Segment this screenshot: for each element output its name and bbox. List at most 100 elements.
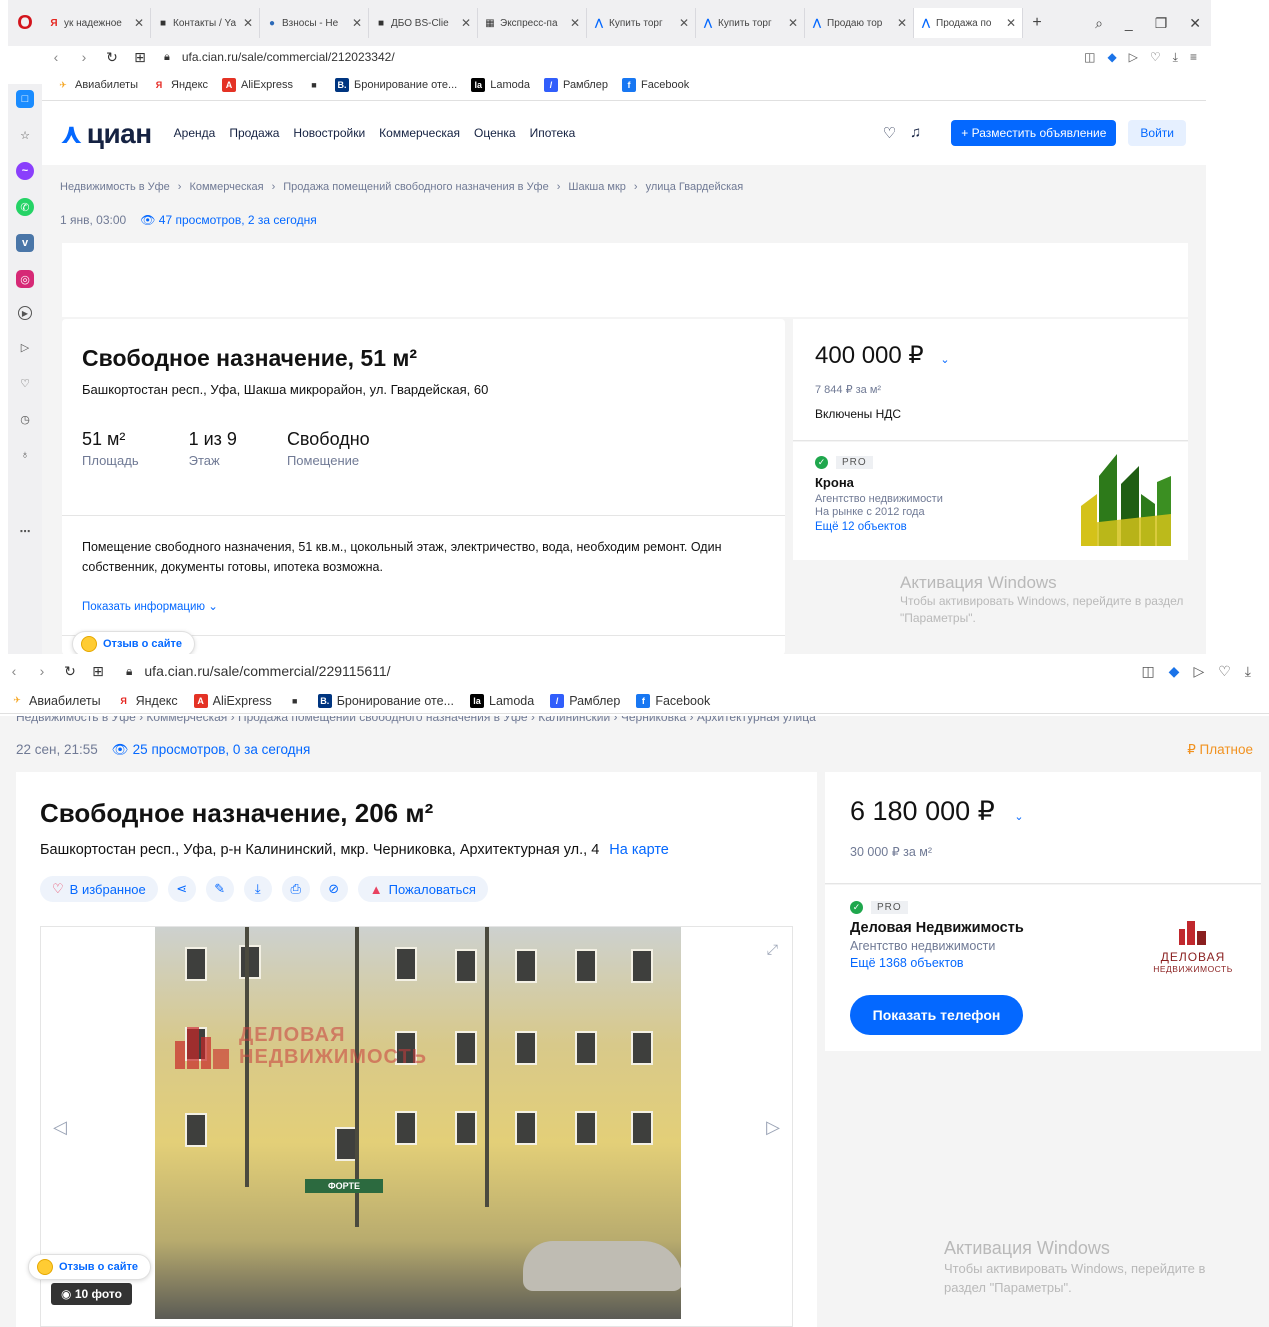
add-to-favorites-button[interactable]: ♡ В избранное: [40, 876, 158, 902]
breadcrumb-item[interactable]: Коммерческая: [189, 181, 263, 193]
forward-icon[interactable]: ›: [70, 49, 98, 65]
agent-name[interactable]: Деловая Недвижимость: [850, 920, 1024, 936]
gallery-prev-icon[interactable]: ◁: [53, 1117, 67, 1138]
close-tab-icon[interactable]: ✕: [352, 16, 362, 30]
reload-icon[interactable]: ↻: [98, 49, 126, 66]
login-button[interactable]: Войти: [1128, 120, 1186, 146]
agent-logo[interactable]: ДЕЛОВАЯ НЕДВИЖИМОСТЬ: [1143, 921, 1243, 974]
browser-tab[interactable]: ▦ Экспресс-па ✕: [478, 8, 587, 38]
nav-item[interactable]: Продажа: [229, 126, 279, 140]
browser-tab[interactable]: ● Взносы - Не ✕: [260, 8, 369, 38]
nav-item[interactable]: Аренда: [174, 126, 216, 140]
close-tab-icon[interactable]: ✕: [243, 16, 253, 30]
forward-icon[interactable]: ›: [28, 663, 56, 679]
site-review-button[interactable]: Отзыв о сайте: [28, 1254, 152, 1280]
heart-icon[interactable]: ♡: [1218, 663, 1231, 680]
instagram-icon[interactable]: ◎: [16, 270, 34, 288]
heart-sidebar-icon[interactable]: ♡: [16, 374, 34, 392]
show-on-map-link[interactable]: На карте: [609, 842, 669, 858]
restore-icon[interactable]: ❐: [1155, 15, 1168, 32]
opera-logo-icon[interactable]: O: [8, 0, 42, 46]
history-icon[interactable]: ◷: [16, 410, 34, 428]
easy-setup-icon[interactable]: ≡: [1190, 50, 1197, 65]
paid-badge[interactable]: ₽ Платное: [1187, 742, 1253, 758]
show-phone-button[interactable]: Показать телефон: [850, 995, 1023, 1035]
share-button[interactable]: ⋖: [167, 876, 196, 902]
camera-icon[interactable]: ◫: [1084, 50, 1095, 65]
url-field[interactable]: ufa.cian.ru/sale/commercial/212023342/: [182, 50, 395, 64]
agent-more-link[interactable]: Ещё 1368 объектов: [850, 956, 1024, 970]
back-icon[interactable]: ‹: [0, 663, 28, 679]
bookmark-item[interactable]: / Рамблер: [543, 78, 608, 92]
close-tab-icon[interactable]: ✕: [788, 16, 798, 30]
vpn-shield-icon[interactable]: ◆: [1107, 50, 1116, 65]
workspace-icon[interactable]: □: [16, 90, 34, 108]
camera-icon[interactable]: ◫: [1141, 663, 1154, 680]
browser-tab[interactable]: ⋀ Купить торг ✕: [696, 8, 805, 38]
close-tab-icon[interactable]: ✕: [570, 16, 580, 30]
speed-dial-icon[interactable]: ⊞: [126, 49, 154, 66]
gallery-next-icon[interactable]: ▷: [766, 1117, 780, 1138]
browser-tab[interactable]: ⋀ Купить торг ✕: [587, 8, 696, 38]
bookmark-item[interactable]: Я Яндекс: [152, 78, 208, 92]
minimize-icon[interactable]: _: [1125, 15, 1133, 32]
agent-more-link[interactable]: Ещё 12 объектов: [815, 521, 943, 533]
fullscreen-icon[interactable]: ⤢: [767, 941, 778, 958]
views-counter[interactable]: 👁︎ 47 просмотров, 2 за сегодня: [140, 213, 317, 227]
download-icon[interactable]: ⤓: [1245, 663, 1251, 680]
download-icon[interactable]: ⤓: [1173, 50, 1178, 65]
download-button[interactable]: ⤓: [243, 876, 272, 902]
show-more-link[interactable]: Показать информацию ⌄: [82, 599, 218, 613]
browser-tab[interactable]: Яук надежное ✕: [42, 8, 151, 38]
close-tab-icon[interactable]: ✕: [134, 16, 144, 30]
bookmark-item[interactable]: ■: [307, 78, 321, 92]
browser-tab[interactable]: ■ ДБО BS-Clie ✕: [369, 8, 478, 38]
bookmark-item[interactable]: ✈ Авиабилеты: [56, 78, 138, 92]
send-icon[interactable]: ▷: [1193, 663, 1204, 680]
chevron-down-icon[interactable]: ⌄: [940, 354, 949, 366]
breadcrumb-item[interactable]: Шакша мкр: [568, 181, 626, 193]
nav-item[interactable]: Коммерческая: [379, 126, 460, 140]
url-field[interactable]: ufa.cian.ru/sale/commercial/229115611/: [144, 663, 390, 679]
close-tab-icon[interactable]: ✕: [1006, 16, 1016, 30]
breadcrumb-item[interactable]: Продажа помещений свободного назначения …: [283, 181, 548, 193]
nav-item[interactable]: Ипотека: [530, 126, 576, 140]
bookmark-item[interactable]: la Lamoda: [471, 78, 530, 92]
whatsapp-icon[interactable]: ✆: [16, 198, 34, 216]
post-ad-button[interactable]: + Разместить объявление: [951, 120, 1117, 146]
complain-button[interactable]: ▲ Пожаловаться: [357, 876, 488, 902]
search-tabs-icon[interactable]: ⌕: [1095, 15, 1103, 32]
photos-count-badge[interactable]: ◉ 10 фото: [51, 1283, 132, 1305]
bookmark-item[interactable]: la Lamoda: [470, 693, 534, 708]
browser-tab[interactable]: ■ Контакты / Ya ✕: [151, 8, 260, 38]
send-sidebar-icon[interactable]: ▷: [16, 338, 34, 356]
bulb-icon[interactable]: ♁: [16, 446, 34, 464]
views-counter[interactable]: 👁︎ 25 просмотров, 0 за сегодня: [112, 742, 311, 758]
nav-item[interactable]: Новостройки: [293, 126, 365, 140]
close-tab-icon[interactable]: ✕: [461, 16, 471, 30]
close-tab-icon[interactable]: ✕: [679, 16, 689, 30]
speed-dial-icon[interactable]: ⊞: [84, 663, 112, 680]
listing-photo[interactable]: ФОРТЕ ДЕЛОВАЯ НЕДВИЖИМОСТЬ: [155, 927, 681, 1319]
breadcrumb-item[interactable]: Недвижимость в Уфе: [60, 181, 170, 193]
print-button[interactable]: ⎙: [281, 876, 310, 902]
close-window-icon[interactable]: ✕: [1189, 15, 1201, 32]
breadcrumb[interactable]: Недвижимость в Уфе › Коммерческая › Прод…: [16, 716, 816, 724]
star-icon[interactable]: ☆: [16, 126, 34, 144]
site-review-button[interactable]: Отзыв о сайте: [72, 631, 196, 654]
bookmark-item[interactable]: ✈ Авиабилеты: [10, 694, 100, 708]
breadcrumb-item[interactable]: улица Гвардейская: [646, 181, 744, 193]
bookmark-item[interactable]: ■: [288, 694, 302, 708]
more-icon[interactable]: ⋯: [16, 522, 34, 540]
bookmark-item[interactable]: Я Яндекс: [117, 694, 177, 708]
edit-button[interactable]: ✎: [205, 876, 234, 902]
player-icon[interactable]: ▶: [18, 306, 32, 320]
hide-button[interactable]: ⊘: [319, 876, 348, 902]
cian-logo[interactable]: ⋏ циан: [60, 117, 152, 150]
new-tab-button[interactable]: +: [1023, 14, 1051, 32]
chevron-down-icon[interactable]: ⌄: [1014, 811, 1023, 823]
bookmark-item[interactable]: A AliExpress: [193, 693, 272, 708]
reload-icon[interactable]: ↻: [56, 663, 84, 680]
bookmark-item[interactable]: f Facebook: [621, 78, 689, 92]
back-icon[interactable]: ‹: [42, 49, 70, 65]
